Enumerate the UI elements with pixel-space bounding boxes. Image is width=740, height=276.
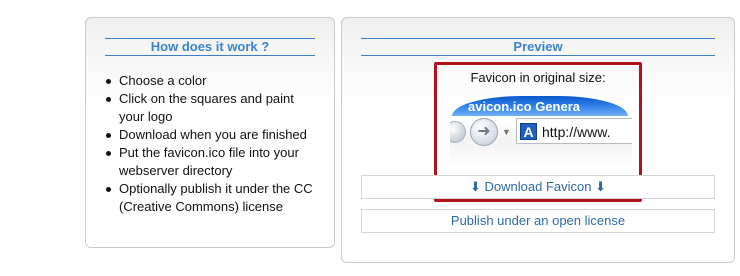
how-it-works-panel: How does it work ? Choose a color Click … [85,17,335,248]
list-item: Put the favicon.ico file into your webse… [102,144,322,180]
preview-title: Preview [361,38,715,56]
preview-panel: Preview Favicon in original size: avicon… [341,17,735,263]
list-item: Download when you are finished [102,126,322,144]
download-favicon-button[interactable]: ⬇ Download Favicon ⬇ [361,175,715,199]
list-item: Click on the squares and paint your logo [102,90,322,126]
list-item: Optionally publish it under the CC (Crea… [102,180,322,216]
how-it-works-title: How does it work ? [105,38,315,56]
list-item: Choose a color [102,72,322,90]
steps-list: Choose a color Click on the squares and … [102,72,322,216]
publish-license-button[interactable]: Publish under an open license [361,209,715,233]
